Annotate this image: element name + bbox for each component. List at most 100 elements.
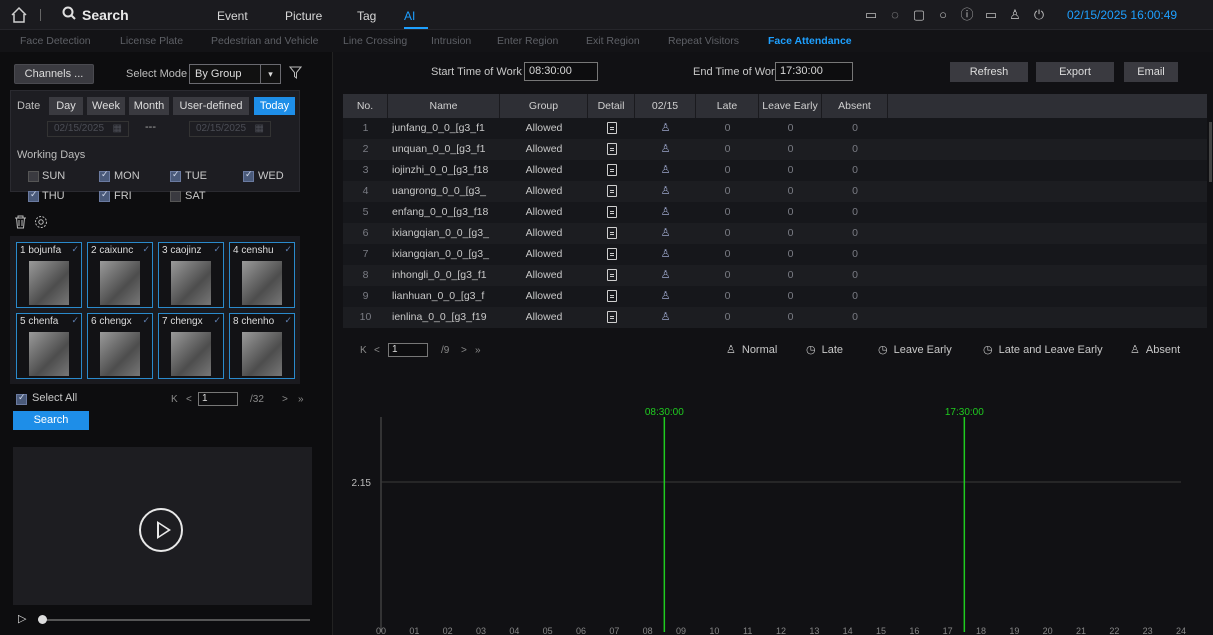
day-checkbox-tue[interactable] bbox=[170, 169, 181, 182]
document-icon[interactable] bbox=[606, 164, 617, 177]
col-no[interactable]: No. bbox=[343, 94, 388, 118]
layout-icon[interactable]: ▭ bbox=[863, 7, 879, 23]
playback-scrub-handle[interactable] bbox=[38, 615, 47, 624]
display-icon[interactable]: ▭ bbox=[983, 7, 999, 23]
playback-progress-bar[interactable] bbox=[38, 619, 310, 621]
day-checkbox-wed[interactable] bbox=[243, 169, 254, 182]
subtab-enter-region[interactable]: Enter Region bbox=[497, 35, 558, 47]
face-card[interactable]: 1 bojunfa ✓ bbox=[16, 242, 82, 308]
cloud-icon[interactable]: ○ bbox=[935, 7, 951, 23]
email-button[interactable]: Email bbox=[1124, 62, 1178, 82]
detail-cell[interactable] bbox=[588, 307, 635, 328]
home-icon[interactable] bbox=[10, 6, 28, 24]
date-tab-month[interactable]: Month bbox=[129, 97, 169, 115]
user-icon[interactable]: ♙ bbox=[1007, 7, 1023, 23]
next-page-icon[interactable]: > bbox=[282, 394, 288, 405]
table-row[interactable]: 4 uangrong_0_0_[g3_ Allowed ♙ 0 0 0 bbox=[343, 181, 1207, 202]
tab-tag[interactable]: Tag bbox=[357, 9, 376, 23]
subtab-license-plate[interactable]: License Plate bbox=[120, 35, 183, 47]
table-row[interactable]: 8 inhongli_0_0_[g3_f1 Allowed ♙ 0 0 0 bbox=[343, 265, 1207, 286]
subtab-pedestrian-vehicle[interactable]: Pedestrian and Vehicle bbox=[211, 35, 318, 47]
tab-event[interactable]: Event bbox=[217, 9, 248, 23]
col-absent[interactable]: Absent bbox=[822, 94, 888, 118]
document-icon[interactable] bbox=[606, 248, 617, 261]
search-button[interactable]: Search bbox=[13, 411, 89, 430]
channels-button[interactable]: Channels ... bbox=[14, 64, 94, 84]
last-page-icon[interactable]: » bbox=[298, 394, 304, 405]
message-icon[interactable]: ▢ bbox=[911, 7, 927, 23]
date-tab-day[interactable]: Day bbox=[49, 97, 83, 115]
select-all-checkbox[interactable] bbox=[16, 392, 27, 405]
face-card[interactable]: 5 chenfa ✓ bbox=[16, 313, 82, 379]
export-button[interactable]: Export bbox=[1036, 62, 1114, 82]
info-icon[interactable]: ⓘ bbox=[959, 7, 975, 23]
first-page-icon[interactable]: K bbox=[360, 345, 367, 356]
detail-cell[interactable] bbox=[588, 118, 635, 139]
select-mode-dropdown[interactable]: By Group ▾ bbox=[189, 64, 281, 84]
document-icon[interactable] bbox=[606, 227, 617, 240]
day-checkbox-thu[interactable] bbox=[28, 189, 39, 202]
prev-page-icon[interactable]: < bbox=[374, 345, 380, 356]
col-late[interactable]: Late bbox=[696, 94, 759, 118]
col-detail[interactable]: Detail bbox=[588, 94, 635, 118]
table-row[interactable]: 3 iojinzhi_0_0_[g3_f18 Allowed ♙ 0 0 0 bbox=[343, 160, 1207, 181]
delete-icon[interactable] bbox=[14, 215, 27, 232]
table-page-input[interactable]: 1 bbox=[388, 343, 428, 357]
document-icon[interactable] bbox=[606, 290, 617, 303]
table-row[interactable]: 2 unquan_0_0_[g3_f1 Allowed ♙ 0 0 0 bbox=[343, 139, 1207, 160]
filter-icon[interactable] bbox=[288, 66, 303, 82]
document-icon[interactable] bbox=[606, 206, 617, 219]
face-card[interactable]: 8 chenho ✓ bbox=[229, 313, 295, 379]
day-checkbox-sat[interactable] bbox=[170, 191, 181, 202]
subtab-repeat-visitors[interactable]: Repeat Visitors bbox=[668, 35, 739, 47]
start-date-input[interactable]: 02/15/2025 ▦ bbox=[47, 121, 129, 137]
table-row[interactable]: 7 ixiangqian_0_0_[g3_ Allowed ♙ 0 0 0 bbox=[343, 244, 1207, 265]
table-row[interactable]: 6 ixiangqian_0_0_[g3_ Allowed ♙ 0 0 0 bbox=[343, 223, 1207, 244]
date-tab-user-defined[interactable]: User-defined bbox=[173, 97, 249, 115]
document-icon[interactable] bbox=[606, 122, 617, 135]
detail-cell[interactable] bbox=[588, 265, 635, 286]
start-time-input[interactable]: 08:30:00 bbox=[524, 62, 598, 81]
day-checkbox-fri[interactable] bbox=[99, 189, 110, 202]
table-row[interactable]: 1 junfang_0_0_[g3_f1 Allowed ♙ 0 0 0 bbox=[343, 118, 1207, 139]
detail-cell[interactable] bbox=[588, 286, 635, 307]
subtab-face-detection[interactable]: Face Detection bbox=[20, 35, 91, 47]
detail-cell[interactable] bbox=[588, 160, 635, 181]
col-date[interactable]: 02/15 bbox=[635, 94, 696, 118]
document-icon[interactable] bbox=[606, 143, 617, 156]
date-tab-today[interactable]: Today bbox=[254, 97, 295, 115]
subtab-line-crossing[interactable]: Line Crossing bbox=[343, 35, 407, 47]
table-row[interactable]: 5 enfang_0_0_[g3_f18 Allowed ♙ 0 0 0 bbox=[343, 202, 1207, 223]
face-card[interactable]: 3 caojinz ✓ bbox=[158, 242, 224, 308]
settings-gear-icon[interactable] bbox=[34, 215, 48, 232]
detail-cell[interactable] bbox=[588, 181, 635, 202]
play-icon[interactable] bbox=[139, 508, 183, 552]
detail-cell[interactable] bbox=[588, 223, 635, 244]
face-page-input[interactable]: 1 bbox=[198, 392, 238, 406]
play-small-icon[interactable]: ▷ bbox=[18, 612, 26, 625]
day-checkbox-mon[interactable] bbox=[99, 169, 110, 182]
table-row[interactable]: 9 lianhuan_0_0_[g3_f Allowed ♙ 0 0 0 bbox=[343, 286, 1207, 307]
col-leave-early[interactable]: Leave Early bbox=[759, 94, 822, 118]
first-page-icon[interactable]: K bbox=[171, 394, 178, 405]
power-icon[interactable]: ⏻ bbox=[1031, 7, 1047, 23]
detail-cell[interactable] bbox=[588, 202, 635, 223]
detail-cell[interactable] bbox=[588, 244, 635, 265]
col-group[interactable]: Group bbox=[500, 94, 588, 118]
subtab-face-attendance[interactable]: Face Attendance bbox=[768, 35, 852, 47]
table-scrollbar[interactable] bbox=[1209, 122, 1212, 182]
shield-icon[interactable]: ◌ bbox=[887, 7, 903, 23]
tab-picture[interactable]: Picture bbox=[285, 9, 322, 23]
prev-page-icon[interactable]: < bbox=[186, 394, 192, 405]
document-icon[interactable] bbox=[606, 269, 617, 282]
next-page-icon[interactable]: > bbox=[461, 345, 467, 356]
video-player[interactable] bbox=[13, 447, 312, 605]
table-row[interactable]: 10 ienlina_0_0_[g3_f19 Allowed ♙ 0 0 0 bbox=[343, 307, 1207, 328]
document-icon[interactable] bbox=[606, 185, 617, 198]
date-tab-week[interactable]: Week bbox=[87, 97, 125, 115]
refresh-button[interactable]: Refresh bbox=[950, 62, 1028, 82]
face-card[interactable]: 6 chengx ✓ bbox=[87, 313, 153, 379]
day-checkbox-sun[interactable] bbox=[28, 171, 39, 182]
tab-ai[interactable]: AI bbox=[404, 9, 415, 23]
document-icon[interactable] bbox=[606, 311, 617, 324]
